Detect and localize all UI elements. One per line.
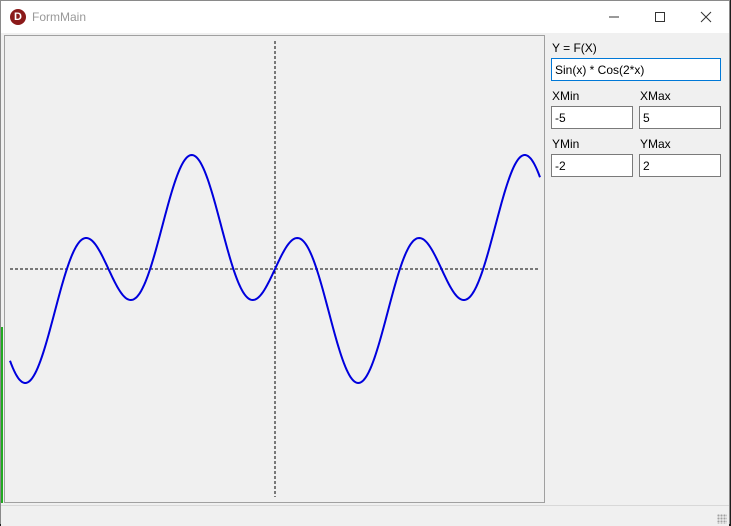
function-input[interactable] — [551, 58, 721, 81]
title-bar[interactable]: D FormMain — [1, 1, 729, 33]
ymax-input[interactable] — [639, 154, 721, 177]
window-edge-highlight — [1, 327, 3, 503]
resize-grip-icon[interactable] — [717, 514, 727, 524]
minimize-button[interactable] — [591, 1, 637, 33]
xmin-input[interactable] — [551, 106, 633, 129]
xmin-label: XMin — [552, 89, 580, 103]
close-icon — [700, 11, 712, 23]
plot-canvas — [9, 41, 541, 497]
window-title: FormMain — [32, 10, 87, 24]
close-button[interactable] — [683, 1, 729, 33]
main-window: D FormMain Y = F(X) XMin XMax YMin YMax — [0, 0, 730, 526]
ymax-label: YMax — [640, 137, 671, 151]
plot-area[interactable] — [4, 35, 545, 503]
app-icon: D — [10, 9, 26, 25]
minimize-icon — [609, 16, 619, 18]
status-bar — [1, 505, 729, 526]
maximize-icon — [655, 12, 665, 22]
ymin-label: YMin — [552, 137, 580, 151]
maximize-button[interactable] — [637, 1, 683, 33]
xmax-input[interactable] — [639, 106, 721, 129]
xmax-label: XMax — [640, 89, 671, 103]
function-label: Y = F(X) — [552, 41, 597, 55]
ymin-input[interactable] — [551, 154, 633, 177]
